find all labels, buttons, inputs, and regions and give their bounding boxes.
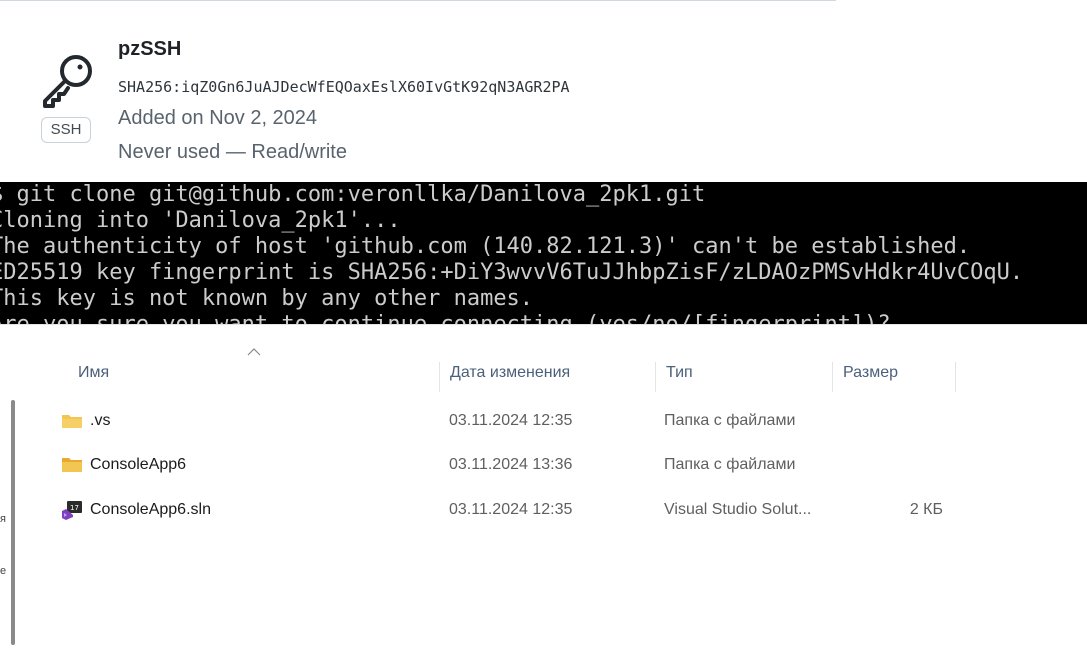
file-type: Папка с файлами	[664, 456, 796, 473]
column-header-date-modified[interactable]: Дата изменения	[440, 362, 656, 392]
file-date-modified: 03.11.2024 13:36	[449, 456, 573, 473]
folder-icon	[62, 458, 82, 472]
column-header-type[interactable]: Тип	[656, 362, 833, 392]
folder-icon	[62, 415, 82, 428]
visual-studio-solution-icon: 17	[62, 501, 82, 520]
scrollbar[interactable]	[11, 400, 15, 645]
file-size: 2 КБ	[909, 501, 943, 518]
svg-text:17: 17	[70, 504, 79, 512]
divider	[0, 0, 836, 1]
file-date-modified: 03.11.2024 12:35	[449, 412, 573, 429]
ssh-badge: SSH	[41, 117, 91, 143]
terminal-line: ED25519 key fingerprint is SHA256:+DiY3w…	[0, 260, 1024, 285]
terminal-line: This key is not known by any other names…	[0, 286, 534, 311]
navigation-pane: я е	[0, 325, 28, 659]
terminal-line: $ git clone git@github.com:veronllka/Dan…	[0, 182, 706, 207]
nav-pane-text-fragment: я	[0, 513, 6, 525]
file-date-modified: 03.11.2024 12:35	[449, 501, 573, 518]
terminal-line: Cloning into 'Danilova_2pk1'...	[0, 208, 401, 233]
key-title: pzSSH	[118, 38, 182, 60]
column-header-name[interactable]: Имя	[68, 362, 440, 392]
file-row-consoleapp6[interactable]: ConsoleApp6 03.11.2024 13:36 Папка с фай…	[56, 450, 996, 480]
nav-pane-text-fragment: е	[0, 565, 7, 577]
file-type: Папка с файлами	[664, 412, 796, 429]
file-row-vs[interactable]: .vs 03.11.2024 12:35 Папка с файлами	[56, 406, 996, 436]
key-added-date: Added on Nov 2, 2024	[118, 107, 318, 129]
file-explorer: я е Имя Дата изменения Тип Размер .vs 03…	[0, 324, 1087, 659]
file-row-consoleapp6-sln[interactable]: 17 ConsoleApp6.sln 03.11.2024 12:35 Visu…	[56, 495, 996, 525]
key-fingerprint: SHA256:iqZ0Gn6JuAJDecWfEQOaxEslX60IvGtK9…	[118, 78, 570, 96]
sort-ascending-icon	[247, 348, 261, 356]
file-name: .vs	[90, 412, 111, 429]
file-name: ConsoleApp6.sln	[90, 501, 211, 518]
column-header-size[interactable]: Размер	[833, 362, 956, 392]
key-usage-status: Never used — Read/write	[118, 141, 347, 163]
file-name: ConsoleApp6	[90, 456, 187, 473]
file-type: Visual Studio Solut...	[664, 501, 812, 518]
ssh-key-card: SSH pzSSH SHA256:iqZ0Gn6JuAJDecWfEQOaxEs…	[0, 0, 1087, 182]
terminal-output: $ git clone git@github.com:veronllka/Dan…	[0, 182, 1087, 324]
key-icon	[43, 55, 92, 108]
terminal-line: The authenticity of host 'github.com (14…	[0, 234, 971, 259]
terminal-line: Are you sure you want to continue connec…	[0, 312, 891, 324]
